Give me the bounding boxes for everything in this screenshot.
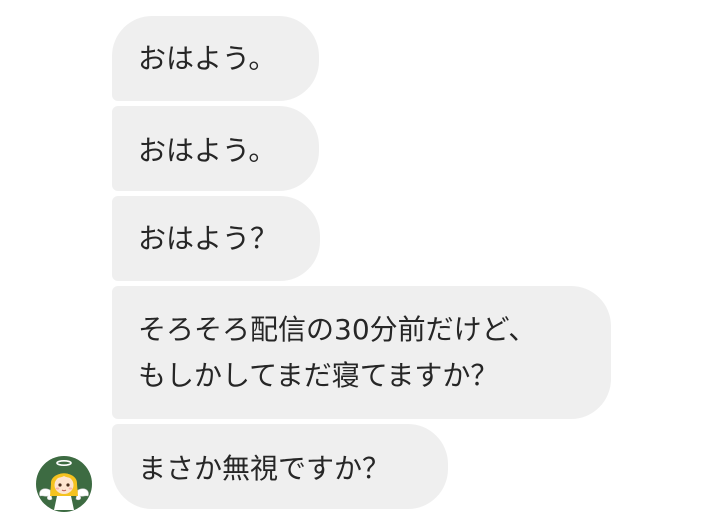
message-bubble[interactable]: おはよう？ [112,196,320,281]
message-text-line: そろそろ配信の30分前だけど、 [138,313,537,346]
message-text-line: もしかしてまだ寝てますか？ [138,359,499,392]
message-bubble[interactable]: まさか無視ですか？ [112,424,448,509]
sender-avatar[interactable] [36,456,92,512]
message-text: おはよう？ [138,222,279,255]
angel-girl-avatar-icon [39,460,89,510]
message-text: おはよう。 [138,134,277,167]
message-text: まさか無視ですか？ [138,452,391,485]
message-text: おはよう。 [138,42,277,75]
message-bubble[interactable]: おはよう。 [112,106,319,191]
message-bubble[interactable]: そろそろ配信の30分前だけど、 もしかしてまだ寝てますか？ [112,286,611,419]
message-bubble[interactable]: おはよう。 [112,16,319,101]
